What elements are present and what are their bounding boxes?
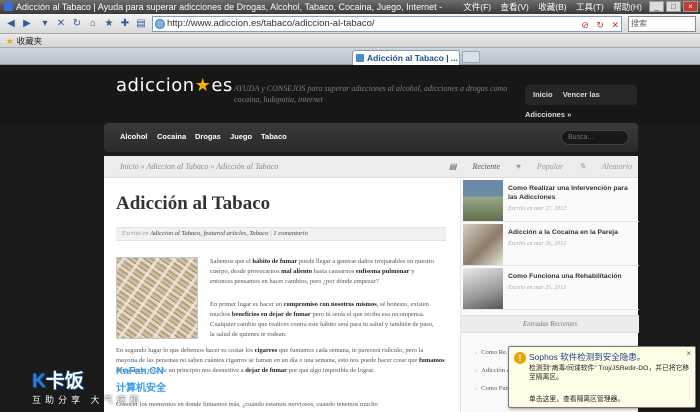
- article-meta: Escrito en Adiccion al Tabaco, featured …: [116, 227, 446, 241]
- menu-file[interactable]: 文件(F): [463, 2, 491, 12]
- watermark-slogan: 互助分享 大气谦和: [32, 395, 143, 405]
- window-menu: 文件(F) 查看(V) 收藏(B) 工具(T) 帮助(H): [456, 0, 642, 14]
- address-actions: ⊘ ↻ ✕: [576, 18, 619, 32]
- sidebar-post-title[interactable]: Adicción a la Cocaina en la Pareja: [508, 228, 636, 237]
- menu-view[interactable]: 查看(V): [501, 2, 529, 12]
- menu-tools[interactable]: 工具(T): [576, 2, 604, 12]
- site-search-input[interactable]: Busca...: [561, 130, 629, 145]
- favorites-icon[interactable]: ★: [102, 17, 116, 31]
- dropdown-icon[interactable]: ▾: [38, 17, 52, 31]
- sidebar-post[interactable]: Adicción a la Cocaina en la Pareja Escri…: [461, 223, 639, 266]
- tab-recent[interactable]: ▤ Reciente: [449, 162, 500, 171]
- meta-categories[interactable]: Adiccion al Tabaco, featured articles, T…: [150, 230, 268, 237]
- site-tagline: AYUDA y CONSEJOS para superar adicciones…: [234, 84, 508, 104]
- window-controls: _ □ ×: [649, 1, 698, 13]
- warning-icon: !: [514, 352, 526, 364]
- notification-title: Sophos 软件检测到安全隐患。: [529, 352, 646, 362]
- watermark-subtitle: 计算机安全: [116, 383, 166, 394]
- watermark-logo: K卡饭: [32, 371, 84, 392]
- main-nav: Alcohol Cocaina Drogas Juego Tabaco Busc…: [104, 123, 638, 152]
- favorites-label[interactable]: 收藏夹: [17, 36, 43, 46]
- address-url: http://www.adiccion.es/tabaco/adiccion-a…: [167, 18, 375, 29]
- add-favorite-icon[interactable]: ✚: [118, 17, 132, 31]
- forward-icon[interactable]: ▶: [20, 17, 34, 31]
- page-globe-icon: [155, 19, 165, 29]
- logo-star-icon: ★: [194, 75, 212, 96]
- tab-active[interactable]: Adicción al Tabaco | ...: [352, 50, 460, 65]
- sidebar-post-title[interactable]: Como Funciona una Rehabilitación: [508, 272, 636, 281]
- tools-icon[interactable]: ▤: [134, 17, 148, 31]
- sidebar-post[interactable]: Como Funciona una Rehabilitación Escrito…: [461, 267, 639, 310]
- sidebar-post-title[interactable]: Como Realizar una Intervención para las …: [508, 184, 636, 202]
- refresh-icon[interactable]: ↻: [70, 17, 84, 31]
- site-header: adiccion★es AYUDA y CONSEJOS para supera…: [0, 65, 700, 125]
- refresh-address-icon[interactable]: ↻: [596, 20, 604, 30]
- nav-alcohol[interactable]: Alcohol: [120, 132, 148, 141]
- notification-close-icon[interactable]: ×: [686, 349, 691, 358]
- post-thumbnail[interactable]: [463, 180, 503, 221]
- nav-juego[interactable]: Juego: [230, 132, 252, 141]
- notification-body: 检测到“病毒/间谍软件” Troj/JSRedir-DO，并已将它移至隔离区。: [529, 365, 690, 381]
- post-thumbnail[interactable]: [463, 268, 503, 309]
- home-icon[interactable]: ⌂: [86, 17, 100, 31]
- favorites-bar: ★ 收藏夹: [0, 34, 700, 48]
- cigarettes-image: [116, 257, 198, 339]
- sidebar-post[interactable]: Como Realizar una Intervención para las …: [461, 179, 639, 222]
- window-title: Adicción al Tabaco | Ayuda para superar …: [16, 2, 443, 12]
- sidebar-post-date: Escrito en mar 27, 2012: [508, 206, 567, 212]
- watermark-brand: KaFan.CN: [116, 366, 164, 377]
- logo-text-suffix: es: [211, 75, 233, 96]
- tab-popular[interactable]: ♥ Popular: [516, 162, 563, 171]
- favorites-star-icon[interactable]: ★: [6, 36, 14, 46]
- article-title: Adicción al Tabaco: [116, 193, 271, 214]
- site-logo[interactable]: adiccion★es: [116, 75, 233, 96]
- tab-title: Adicción al Tabaco | ...: [367, 53, 459, 63]
- watermark: K卡饭 KaFan.CN 计算机安全 互助分享 大气谦和: [30, 366, 210, 412]
- top-nav-home[interactable]: Inicio: [533, 90, 553, 99]
- blocked-icon[interactable]: ⊘: [581, 20, 589, 30]
- article-paragraph-1: Sabemos que el hábito de fumar puede lle…: [210, 258, 434, 285]
- recent-posts-heading: Entradas Recientes: [461, 315, 639, 333]
- tab-favicon-icon: [356, 54, 364, 62]
- menu-help[interactable]: 帮助(H): [613, 2, 642, 12]
- sidebar-post-date: Escrito en mar 25, 2012: [508, 285, 567, 291]
- back-icon[interactable]: ◀: [4, 17, 18, 31]
- stop-icon[interactable]: ✕: [54, 17, 68, 31]
- recent-link[interactable]: Como Re...: [475, 349, 511, 356]
- sidebar-post-date: Escrito en mar 26, 2012: [508, 241, 567, 247]
- tab-random[interactable]: ✎ Aleatorio: [579, 162, 632, 171]
- article-paragraph-2: En primer lugar es hacer un compromiso c…: [210, 301, 434, 338]
- browser-app-icon: [4, 2, 13, 11]
- close-icon[interactable]: ×: [683, 1, 698, 12]
- nav-drogas[interactable]: Drogas: [195, 132, 221, 141]
- notification-link[interactable]: 单击这里，查看隔离区管理器。: [529, 393, 624, 403]
- new-tab-button[interactable]: [462, 51, 480, 63]
- go-icon[interactable]: ✕: [611, 20, 619, 30]
- menu-favorites[interactable]: 收藏(B): [538, 2, 566, 12]
- post-thumbnail[interactable]: [463, 224, 503, 265]
- tab-strip: Adicción al Tabaco | ...: [0, 48, 700, 65]
- logo-text-prefix: adiccion: [116, 75, 195, 96]
- meta-comments[interactable]: 1 comentario: [273, 230, 307, 237]
- top-nav: Inicio Vencer las Adicciones »: [525, 85, 637, 119]
- nav-tabaco[interactable]: Tabaco: [261, 132, 287, 141]
- nav-cocaina[interactable]: Cocaina: [157, 132, 186, 141]
- address-bar[interactable]: http://www.adiccion.es/tabaco/adiccion-a…: [152, 16, 622, 32]
- browser-navbar: ◀ ▶ ▾ ✕ ↻ ⌂ ★ ✚ ▤ http://www.adiccion.es…: [0, 14, 700, 34]
- sidebar-tabs: ▤ Reciente ♥ Popular ✎ Aleatorio: [435, 156, 632, 178]
- maximize-icon[interactable]: □: [666, 1, 681, 12]
- minimize-icon[interactable]: _: [649, 1, 664, 12]
- browser-search-input[interactable]: 搜索: [628, 16, 696, 32]
- sophos-notification[interactable]: ! Sophos 软件检测到安全隐患。 × 检测到“病毒/间谍软件” Troj/…: [508, 346, 696, 408]
